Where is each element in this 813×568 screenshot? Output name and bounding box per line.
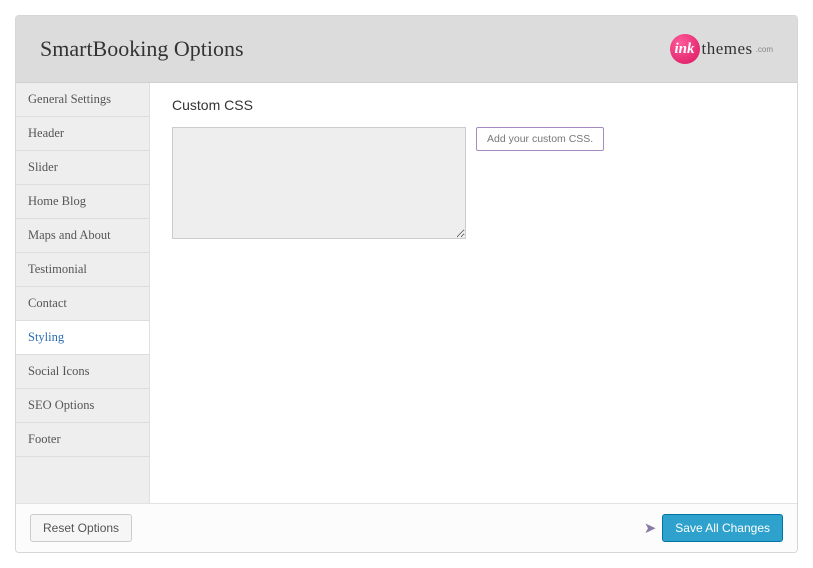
sidebar-item-label: Maps and About (28, 228, 111, 242)
content-area: Custom CSS Add your custom CSS. (150, 83, 797, 503)
logo-badge-icon: ink (670, 34, 700, 64)
sidebar-item-maps-and-about[interactable]: Maps and About (16, 219, 149, 253)
sidebar-item-slider[interactable]: Slider (16, 151, 149, 185)
panel-header: SmartBooking Options ink themes .com (16, 16, 797, 83)
arrow-right-icon: ➤ (644, 521, 657, 536)
sidebar-item-seo-options[interactable]: SEO Options (16, 389, 149, 423)
sidebar-item-footer[interactable]: Footer (16, 423, 149, 457)
reset-options-button[interactable]: Reset Options (30, 514, 132, 542)
sidebar-item-label: Footer (28, 432, 61, 446)
panel-body: General Settings Header Slider Home Blog… (16, 83, 797, 503)
save-all-changes-button[interactable]: Save All Changes (662, 514, 783, 542)
sidebar-item-label: General Settings (28, 92, 111, 106)
sidebar-item-label: Styling (28, 330, 64, 344)
custom-css-field-row: Add your custom CSS. (172, 127, 775, 239)
sidebar-filler (16, 457, 149, 503)
sidebar: General Settings Header Slider Home Blog… (16, 83, 150, 503)
sidebar-item-label: Slider (28, 160, 58, 174)
sidebar-item-testimonial[interactable]: Testimonial (16, 253, 149, 287)
brand-logo: ink themes .com (670, 34, 774, 64)
sidebar-item-label: Contact (28, 296, 67, 310)
panel-footer: Reset Options ➤ Save All Changes (16, 503, 797, 552)
custom-css-textarea[interactable] (172, 127, 466, 239)
sidebar-item-label: Home Blog (28, 194, 86, 208)
sidebar-item-styling[interactable]: Styling (16, 321, 149, 355)
page-title: SmartBooking Options (40, 36, 244, 62)
sidebar-item-header[interactable]: Header (16, 117, 149, 151)
sidebar-item-label: Social Icons (28, 364, 89, 378)
sidebar-item-social-icons[interactable]: Social Icons (16, 355, 149, 389)
sidebar-item-label: Testimonial (28, 262, 87, 276)
help-tooltip: Add your custom CSS. (476, 127, 604, 151)
options-panel: SmartBooking Options ink themes .com Gen… (15, 15, 798, 553)
save-wrap: ➤ Save All Changes (644, 514, 783, 542)
sidebar-item-home-blog[interactable]: Home Blog (16, 185, 149, 219)
logo-subtext: .com (756, 45, 773, 54)
sidebar-item-label: Header (28, 126, 64, 140)
logo-text: themes (702, 39, 753, 59)
sidebar-item-contact[interactable]: Contact (16, 287, 149, 321)
sidebar-item-label: SEO Options (28, 398, 94, 412)
section-title: Custom CSS (172, 97, 775, 113)
sidebar-item-general-settings[interactable]: General Settings (16, 83, 149, 117)
